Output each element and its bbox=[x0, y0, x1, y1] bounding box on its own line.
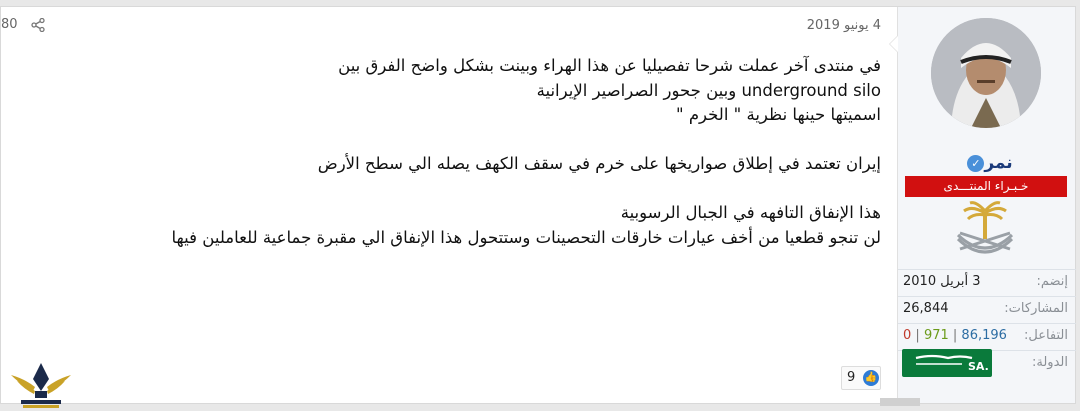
post-line: إيران تعتمد في إطلاق صواريخها على خرم في… bbox=[317, 154, 881, 173]
forum-logo bbox=[11, 363, 71, 408]
share-count: 80 bbox=[1, 17, 18, 32]
post-date[interactable]: 4 يونيو 2019 bbox=[807, 18, 881, 33]
interaction-negative: 0 bbox=[903, 328, 912, 343]
user-rank-banner: خـبـراء المنتـــدى bbox=[905, 176, 1067, 197]
bottom-divider bbox=[880, 398, 920, 406]
avatar[interactable] bbox=[931, 18, 1041, 128]
interaction-points: 971 bbox=[923, 328, 949, 343]
joined-label: إنضم: bbox=[1036, 274, 1068, 289]
joined-value: 3 أبريل 2010 bbox=[903, 274, 981, 289]
avatar-image bbox=[931, 18, 1041, 128]
sidebar-pointer bbox=[889, 35, 898, 53]
post-line: هذا الإنفاق التافهه في الجبال الرسوبية bbox=[620, 203, 881, 222]
interaction-value: 0 | 971 | 86,196 bbox=[903, 328, 1007, 343]
post-line: لن تنجو قطعيا من أخف عيارات خارقات التحص… bbox=[171, 227, 881, 247]
post-line: underground silo وبين جحور الصراصير الإي… bbox=[536, 80, 881, 100]
saudi-emblem-icon bbox=[956, 201, 1014, 254]
reaction-summary[interactable]: 9 👍 bbox=[841, 366, 881, 390]
interaction-positive: 86,196 bbox=[961, 328, 1007, 343]
reaction-count: 9 bbox=[847, 370, 856, 385]
post-body: في منتدى آخر عملت شرحا تفصيليا عن هذا ال… bbox=[121, 54, 881, 250]
user-info-list: إنضم: 3 أبريل 2010 المشاركات: 26,844 الت… bbox=[898, 269, 1076, 401]
verified-check-icon: ✓ bbox=[967, 154, 985, 172]
user-sidebar: نمر✓ خـبـراء المنتـــدى إنضم: 3 أبريل 20… bbox=[889, 7, 1076, 403]
post-container: 80 4 يونيو 2019 في منتدى آخر عملت شرحا ت… bbox=[0, 6, 1076, 408]
country-flag: SA. bbox=[902, 349, 992, 377]
posts-label: المشاركات: bbox=[1004, 301, 1068, 316]
info-row-joined: إنضم: 3 أبريل 2010 bbox=[898, 269, 1076, 296]
username[interactable]: نمر✓ bbox=[898, 153, 1076, 173]
share-icon[interactable] bbox=[31, 18, 45, 32]
info-row-posts: المشاركات: 26,844 bbox=[898, 296, 1076, 323]
username-text: نمر bbox=[984, 153, 1013, 173]
posts-value[interactable]: 26,844 bbox=[903, 301, 949, 316]
country-label: الدولة: bbox=[1032, 355, 1068, 370]
post-line: اسميتها حينها نظرية " الخرم " bbox=[676, 105, 881, 124]
thumbs-up-icon: 👍 bbox=[863, 370, 879, 386]
info-row-interaction: التفاعل: 0 | 971 | 86,196 bbox=[898, 323, 1076, 350]
interaction-label: التفاعل: bbox=[1023, 328, 1068, 343]
country-code: SA. bbox=[968, 360, 989, 373]
post-line: في منتدى آخر عملت شرحا تفصيليا عن هذا ال… bbox=[338, 56, 881, 75]
